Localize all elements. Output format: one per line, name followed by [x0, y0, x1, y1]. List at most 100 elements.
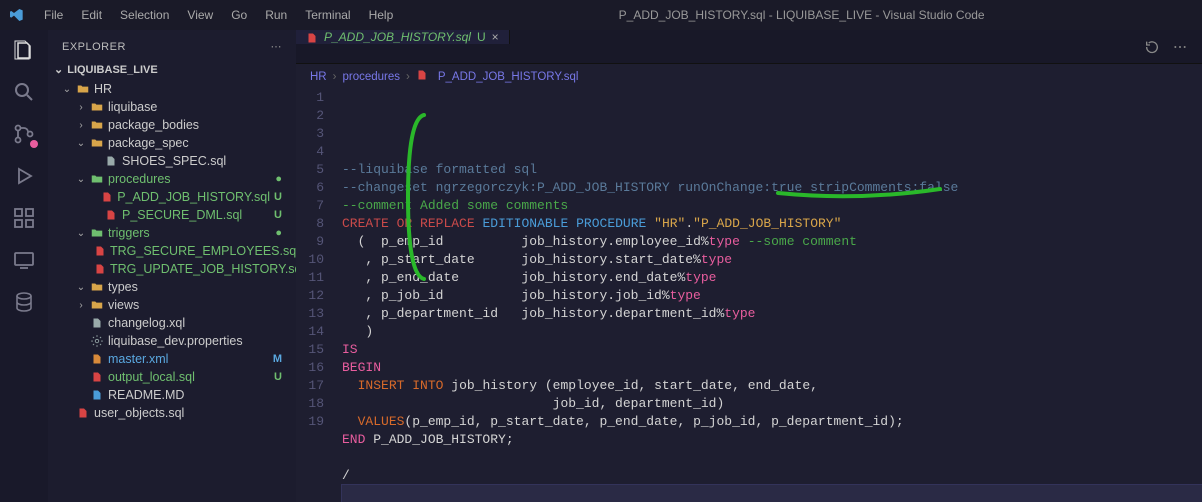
menu-help[interactable]: Help: [361, 4, 402, 26]
line-number: 17: [296, 377, 324, 395]
tree-label: P_ADD_JOB_HISTORY.sql: [117, 190, 270, 204]
line-number: 18: [296, 395, 324, 413]
code-line[interactable]: BEGIN: [342, 359, 1202, 377]
folder-icon: [90, 172, 104, 186]
chevron-down-icon: ⌄: [54, 63, 63, 76]
git-status-badge: ●: [275, 227, 292, 239]
folder-types[interactable]: ⌄ types: [48, 278, 296, 296]
folder-icon: [76, 82, 90, 96]
folder-icon: [90, 280, 104, 294]
line-number: 5: [296, 161, 324, 179]
activity-bar: [0, 30, 48, 502]
line-number: 16: [296, 359, 324, 377]
file-icon: [101, 190, 113, 204]
code-line[interactable]: , p_end_date job_history.end_date%type: [342, 269, 1202, 287]
code-line[interactable]: /: [342, 467, 1202, 485]
code-line[interactable]: ( p_emp_id job_history.employee_id%type …: [342, 233, 1202, 251]
code-line[interactable]: , p_department_id job_history.department…: [342, 305, 1202, 323]
folder-triggers[interactable]: ⌄triggers●: [48, 224, 296, 242]
menu-file[interactable]: File: [36, 4, 71, 26]
code-line[interactable]: END P_ADD_JOB_HISTORY;: [342, 431, 1202, 449]
code-line[interactable]: , p_job_id job_history.job_id%type: [342, 287, 1202, 305]
code-lines[interactable]: --liquibase formatted sql--changeset ngr…: [336, 89, 1202, 502]
file-p-secure-dml-sql[interactable]: P_SECURE_DML.sqlU: [48, 206, 296, 224]
file-p-add-job-history-sql[interactable]: P_ADD_JOB_HISTORY.sql U: [48, 188, 296, 206]
code-line[interactable]: IS: [342, 341, 1202, 359]
line-number: 1: [296, 89, 324, 107]
file-shoes-spec-sql[interactable]: SHOES_SPEC.sql: [48, 152, 296, 170]
code-line[interactable]: VALUES(p_emp_id, p_start_date, p_end_dat…: [342, 413, 1202, 431]
code-line[interactable]: ): [342, 323, 1202, 341]
folder-icon: [90, 118, 104, 132]
git-status-badge: ●: [275, 173, 292, 185]
folder-package-bodies[interactable]: ›package_bodies: [48, 116, 296, 134]
code-line[interactable]: , p_start_date job_history.start_date%ty…: [342, 251, 1202, 269]
code-line[interactable]: INSERT INTO job_history (employee_id, st…: [342, 377, 1202, 395]
file-icon: [104, 154, 118, 168]
code-line[interactable]: job_id, department_id): [342, 395, 1202, 413]
folder-package-spec[interactable]: ⌄package_spec: [48, 134, 296, 152]
code-line[interactable]: [342, 449, 1202, 467]
menu-selection[interactable]: Selection: [112, 4, 177, 26]
go-back-icon[interactable]: [1144, 39, 1160, 55]
close-icon[interactable]: ×: [492, 30, 499, 44]
breadcrumb-item[interactable]: procedures: [342, 71, 400, 83]
chevron-icon: ›: [76, 300, 86, 311]
menu-go[interactable]: Go: [223, 4, 255, 26]
code-line[interactable]: [342, 485, 1202, 502]
remote-icon[interactable]: [12, 248, 36, 272]
git-status-badge: U: [274, 371, 292, 383]
menu-terminal[interactable]: Terminal: [297, 4, 358, 26]
menu-edit[interactable]: Edit: [73, 4, 110, 26]
breadcrumb-item[interactable]: HR: [310, 71, 327, 83]
source-control-icon[interactable]: [12, 122, 36, 146]
explorer-sidebar: EXPLORER ⋯ ⌄ LIQUIBASE_LIVE ⌄HR›liquibas…: [48, 30, 296, 502]
files-icon[interactable]: [12, 38, 36, 62]
tree-label: types: [108, 280, 138, 294]
file-trg-secure-employees-sql[interactable]: TRG_SECURE_EMPLOYEES.sqlU: [48, 242, 296, 260]
tree-label: SHOES_SPEC.sql: [122, 154, 226, 168]
line-number: 4: [296, 143, 324, 161]
tree-label: master.xml: [108, 352, 168, 366]
file-icon: [90, 370, 104, 384]
editor-tab[interactable]: P_ADD_JOB_HISTORY.sqlU×: [296, 30, 510, 44]
tree-label: TRG_SECURE_EMPLOYEES.sql: [110, 244, 299, 258]
file-changelog-xql[interactable]: changelog.xql: [48, 314, 296, 332]
file-trg-update-job-history-sql[interactable]: TRG_UPDATE_JOB_HISTORY.sqlU: [48, 260, 296, 278]
folder-views[interactable]: ›views: [48, 296, 296, 314]
file-output-local-sql[interactable]: output_local.sqlU: [48, 368, 296, 386]
chevron-icon: ⌄: [76, 282, 86, 293]
folder-icon: [90, 298, 104, 312]
folder-icon: [90, 136, 104, 150]
folder-hr[interactable]: ⌄HR: [48, 80, 296, 98]
menu-view[interactable]: View: [179, 4, 221, 26]
code-line[interactable]: CREATE OR REPLACE EDITIONABLE PROCEDURE …: [342, 215, 1202, 233]
chevron-icon: ⌄: [62, 84, 72, 95]
folder-procedures[interactable]: ⌄procedures●: [48, 170, 296, 188]
menu-run[interactable]: Run: [257, 4, 295, 26]
more-actions-icon[interactable]: [1172, 39, 1188, 55]
git-status-badge: U: [274, 191, 292, 203]
code-line[interactable]: --liquibase formatted sql: [342, 161, 1202, 179]
code-line[interactable]: --changeset ngrzegorczyk:P_ADD_JOB_HISTO…: [342, 179, 1202, 197]
search-icon[interactable]: [12, 80, 36, 104]
file-user-objects-sql[interactable]: user_objects.sql: [48, 404, 296, 422]
folder-liquibase[interactable]: ›liquibase: [48, 98, 296, 116]
file-master-xml[interactable]: master.xml M: [48, 350, 296, 368]
breadcrumbs[interactable]: HR›procedures›P_ADD_JOB_HISTORY.sql: [296, 64, 1202, 89]
workspace-section[interactable]: ⌄ LIQUIBASE_LIVE: [48, 59, 296, 80]
extensions-icon[interactable]: [12, 206, 36, 230]
git-status-badge: M: [273, 353, 292, 365]
code-editor[interactable]: 12345678910111213141516171819 --liquibas…: [296, 89, 1202, 502]
line-number: 7: [296, 197, 324, 215]
more-icon[interactable]: ⋯: [271, 40, 283, 53]
tree-label: triggers: [108, 226, 150, 240]
code-line[interactable]: --comment Added some comments: [342, 197, 1202, 215]
file-readme-md[interactable]: README.MD: [48, 386, 296, 404]
file-liquibase-dev-properties[interactable]: liquibase_dev.properties: [48, 332, 296, 350]
badge-dot: [30, 140, 38, 148]
debug-icon[interactable]: [12, 164, 36, 188]
breadcrumb-separator: ›: [406, 71, 410, 83]
database-icon[interactable]: [12, 290, 36, 314]
breadcrumb-item[interactable]: P_ADD_JOB_HISTORY.sql: [438, 71, 579, 83]
